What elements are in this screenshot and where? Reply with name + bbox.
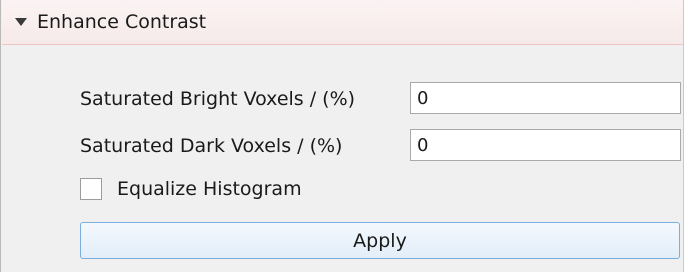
saturated-dark-voxels-input[interactable] — [410, 129, 681, 161]
equalize-histogram-label[interactable]: Equalize Histogram — [117, 176, 302, 202]
saturated-bright-voxels-input[interactable] — [410, 82, 681, 114]
triangle-down-icon[interactable] — [14, 16, 28, 28]
section-header[interactable]: Enhance Contrast — [2, 0, 683, 45]
saturated-bright-voxels-label: Saturated Bright Voxels / (%) — [80, 88, 356, 110]
enhance-contrast-panel: Enhance Contrast Saturated Bright Voxels… — [0, 0, 684, 272]
saturated-dark-voxels-label: Saturated Dark Voxels / (%) — [80, 135, 343, 157]
apply-button[interactable]: Apply — [80, 222, 680, 259]
equalize-histogram-checkbox[interactable] — [80, 178, 102, 200]
section-title: Enhance Contrast — [37, 11, 207, 33]
